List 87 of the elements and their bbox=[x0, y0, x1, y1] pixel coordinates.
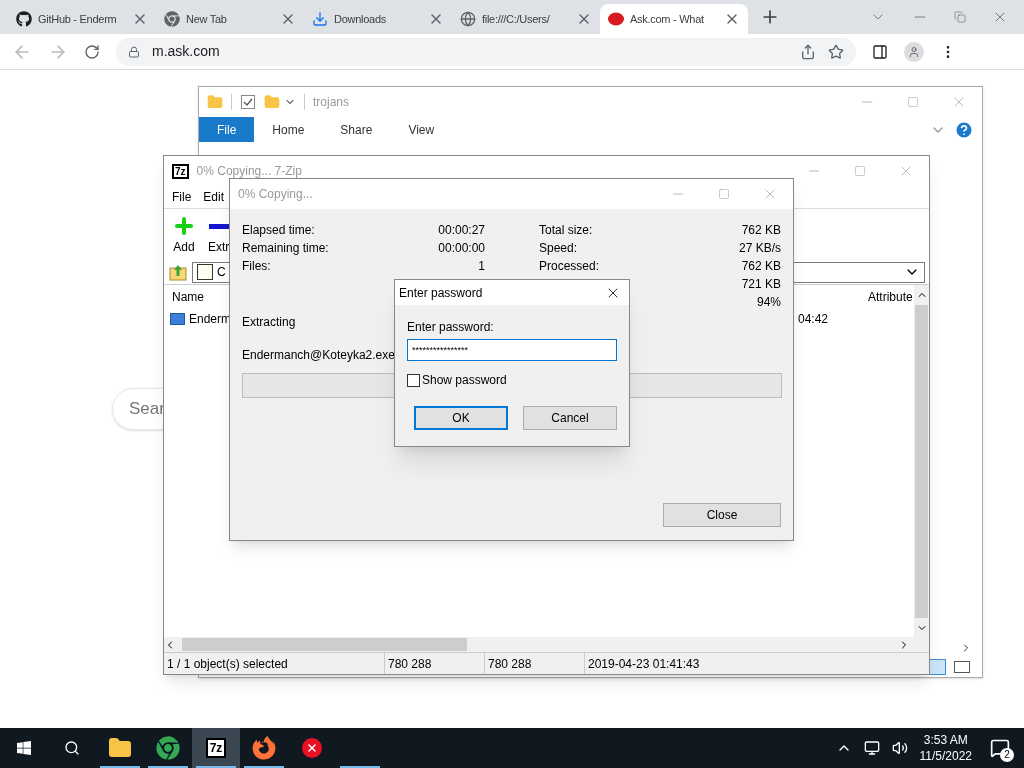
windows-logo-icon[interactable] bbox=[16, 740, 32, 756]
scrollbar-thumb[interactable] bbox=[915, 305, 928, 618]
tab-title: GitHub - Enderm bbox=[38, 11, 118, 27]
file-name: Endermanch@Koteyka2.exe bbox=[242, 347, 395, 364]
clock[interactable]: 3:53 AM 11/5/2022 bbox=[919, 732, 972, 764]
stat-value: 721 KB bbox=[741, 276, 781, 293]
toolbar-button[interactable]: Extr bbox=[208, 214, 230, 256]
notification-count: 2 bbox=[1000, 748, 1014, 762]
status-text: 780 288 bbox=[384, 653, 484, 674]
stat-value: 00:00:27 bbox=[438, 222, 485, 239]
menu-item[interactable]: File bbox=[172, 188, 192, 206]
side-panel-icon[interactable] bbox=[872, 43, 888, 60]
globe-icon bbox=[460, 11, 476, 27]
ok-button[interactable]: OK bbox=[414, 406, 508, 430]
column-header[interactable]: Attribute bbox=[868, 288, 914, 306]
status-text: 780 288 bbox=[484, 653, 584, 674]
password-field[interactable]: **************** bbox=[407, 339, 617, 361]
cancel-button[interactable]: Cancel bbox=[523, 406, 617, 430]
bookmark-icon[interactable] bbox=[828, 43, 844, 60]
folder-icon bbox=[207, 94, 223, 110]
browser-tab[interactable]: New Tab bbox=[156, 4, 304, 34]
browser-tab[interactable]: Ask.com - What bbox=[600, 4, 748, 34]
checkbox-label[interactable]: Show password bbox=[422, 371, 507, 389]
firefox-icon bbox=[252, 736, 276, 760]
address-bar[interactable]: m.ask.com bbox=[116, 37, 856, 66]
stat-label: Processed: bbox=[539, 258, 600, 275]
tab-title: Downloads bbox=[334, 11, 387, 27]
stat-value: 00:00:00 bbox=[438, 240, 485, 257]
file-icon bbox=[170, 313, 185, 325]
close-dialog-button[interactable]: Close bbox=[663, 503, 781, 527]
ribbon-tab[interactable]: View bbox=[390, 117, 453, 142]
window-title: trojans bbox=[313, 94, 350, 111]
dialog-title: Enter password bbox=[399, 284, 483, 302]
ribbon-tab[interactable]: File bbox=[199, 117, 255, 142]
stat-value: 762 KB bbox=[741, 258, 781, 275]
share-icon[interactable] bbox=[800, 43, 816, 60]
stat-label: Files: bbox=[242, 258, 271, 275]
lock-icon bbox=[128, 45, 140, 58]
stat-value: 762 KB bbox=[741, 222, 781, 239]
browser-tab[interactable]: file:///C:/Users/ bbox=[452, 4, 600, 34]
checkbox[interactable] bbox=[407, 373, 420, 387]
folder-icon bbox=[108, 736, 132, 760]
app-logo-icon: 7z bbox=[205, 738, 227, 758]
stat-value: 1 bbox=[478, 258, 485, 275]
cat-logo-icon bbox=[16, 11, 32, 27]
download-icon bbox=[312, 11, 328, 27]
volume-icon[interactable] bbox=[891, 740, 908, 756]
taskbar-app[interactable]: 7z bbox=[192, 728, 240, 768]
notification-icon[interactable] bbox=[990, 738, 1010, 758]
url-text: m.ask.com bbox=[152, 42, 220, 61]
status-text: 1 / 1 object(s) selected bbox=[166, 655, 289, 673]
status-text: 2019-04-23 01:41:43 bbox=[584, 653, 929, 674]
browser-tab[interactable]: Downloads bbox=[304, 4, 452, 34]
plus-icon bbox=[172, 214, 196, 238]
reload-icon[interactable] bbox=[84, 43, 100, 60]
error-icon bbox=[302, 738, 322, 758]
table-cell-text: 04:42 bbox=[798, 311, 829, 328]
stat-label: Remaining time: bbox=[242, 240, 329, 257]
dialog-title: 0% Copying... bbox=[238, 186, 313, 203]
ribbon-tab[interactable]: Home bbox=[254, 117, 323, 142]
stat-value: 94% bbox=[756, 294, 781, 311]
stat-label: Speed: bbox=[539, 240, 578, 257]
app-logo-icon: 7z bbox=[172, 163, 189, 179]
operation-text: Extracting bbox=[242, 314, 296, 331]
profile-icon[interactable] bbox=[904, 41, 924, 62]
browser-tab[interactable]: GitHub - Enderm bbox=[8, 4, 156, 34]
tab-title: file:///C:/Users/ bbox=[482, 11, 551, 27]
toolbar-button[interactable]: Add bbox=[172, 214, 196, 256]
ribbon-tab[interactable]: Share bbox=[322, 117, 391, 142]
menu-item[interactable]: Edit bbox=[203, 188, 225, 206]
stat-value: 27 KB/s bbox=[738, 240, 781, 257]
archive-icon bbox=[197, 264, 213, 280]
stat-label: Total size: bbox=[539, 222, 593, 239]
minus-icon bbox=[208, 223, 229, 229]
scrollbar-thumb[interactable] bbox=[182, 638, 467, 651]
chrome-icon bbox=[164, 11, 180, 27]
help-icon[interactable] bbox=[954, 119, 974, 140]
checkmark-page-icon[interactable] bbox=[240, 94, 256, 110]
stat-label: Elapsed time: bbox=[242, 222, 315, 239]
tab-title: Ask.com - What bbox=[630, 11, 705, 27]
tab-title: New Tab bbox=[186, 11, 228, 27]
network-icon[interactable] bbox=[863, 740, 880, 756]
chrome-icon bbox=[156, 736, 180, 760]
search-icon[interactable] bbox=[64, 740, 80, 756]
window-title: 0% Copying... 7-Zip bbox=[196, 163, 302, 180]
field-label: Enter password: bbox=[407, 319, 495, 336]
large-icons-view-icon[interactable] bbox=[954, 661, 970, 673]
